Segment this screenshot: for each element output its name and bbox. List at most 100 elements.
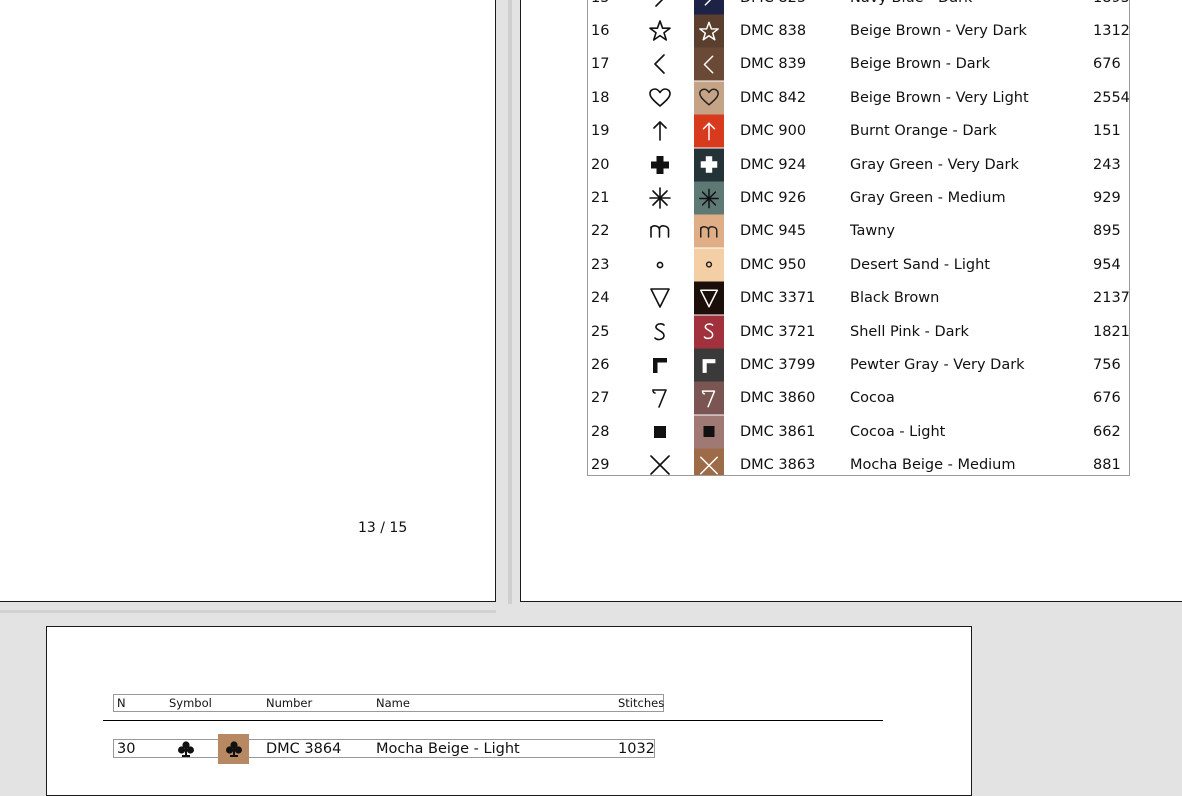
row-number: DMC 3864 [266,740,342,757]
row-n: 29 [591,457,610,474]
row-stitches: 895 [1093,223,1121,240]
color-swatch [694,381,724,415]
arrow-up-symbol-icon [648,119,672,143]
color-swatch [694,181,724,215]
heart-symbol-icon [648,86,672,110]
row-stitches: 954 [1093,256,1121,273]
row-name: Black Brown [850,290,940,307]
row-number: DMC 3863 [740,457,816,474]
row-number: DMC 838 [740,23,807,40]
row-n: 18 [591,89,610,106]
row-stitches: 676 [1093,390,1121,407]
header-number: Number [266,696,313,710]
color-swatch [694,214,724,248]
s-symbol-icon [648,320,672,344]
header-stitches: Stitches [618,696,665,710]
row-name: Beige Brown - Very Dark [850,23,1027,40]
row-n: 19 [591,123,610,140]
row-number: DMC 926 [740,190,807,207]
table-row: 25 DMC 3721 Shell Pink - Dark 1821 [588,315,1129,349]
row-number: DMC 950 [740,256,807,273]
row-number: DMC 3860 [740,390,816,407]
thread-legend-table: 15 DMC 823 Navy Blue - Dark 1895 16 DMC 838 Be… [587,0,1130,476]
row-n: 21 [591,190,610,207]
color-swatch [694,315,724,349]
row-stitches: 2137 [1093,290,1130,307]
corner-symbol-icon [648,353,672,377]
row-stitches: 151 [1093,123,1121,140]
row-stitches: 1312 [1093,23,1130,40]
color-swatch [694,14,724,48]
m-symbol-icon [648,219,672,243]
row-n: 22 [591,223,610,240]
club-symbol-icon [176,739,196,759]
page-gap-divider [508,0,512,604]
row-stitches: 1032 [618,740,655,757]
header-name: Name [376,696,410,710]
row-number: DMC 842 [740,89,807,106]
row-n: 28 [591,423,610,440]
row-stitches: 2554 [1093,89,1130,106]
row-number: DMC 924 [740,156,807,173]
row-n: 27 [591,390,610,407]
color-swatch [694,248,724,282]
color-swatch [694,47,724,81]
pdf-page-bottom: N Symbol Number Name Stitches 30 DMC 386… [46,626,972,796]
row-stitches: 929 [1093,190,1121,207]
header-separator-line [103,720,883,721]
asterisk-symbol-icon [648,186,672,210]
row-number: DMC 3371 [740,290,816,307]
row-n: 16 [591,23,610,40]
table-row: 22 DMC 945 Tawny 895 [588,214,1129,248]
row-name: Navy Blue - Dark [850,0,972,6]
table-row: 19 DMC 900 Burnt Orange - Dark 151 [588,114,1129,148]
row-name: Cocoa - Light [850,423,946,440]
row-name: Beige Brown - Dark [850,56,991,73]
table-row: 27 DMC 3860 Cocoa 676 [588,381,1129,415]
color-swatch [694,0,724,15]
row-stitches: 756 [1093,357,1121,374]
header-n: N [117,696,126,710]
row-name: Desert Sand - Light [850,256,990,273]
row-name: Cocoa [850,390,895,407]
table-row: 17 DMC 839 Beige Brown - Dark 676 [588,47,1129,81]
color-swatch [694,348,724,382]
row-stitches: 243 [1093,156,1121,173]
row-name: Beige Brown - Very Light [850,89,1029,106]
row-name: Tawny [850,223,895,240]
row-n: 23 [591,256,610,273]
color-swatch [694,448,724,475]
row-number: DMC 900 [740,123,807,140]
table-row: 15 DMC 823 Navy Blue - Dark 1895 [588,0,1129,15]
color-swatch [694,148,724,182]
table-row: 23 DMC 950 Desert Sand - Light 954 [588,248,1129,282]
page-number-indicator: 13 / 15 [358,520,408,536]
header-symbol: Symbol [169,696,212,710]
pdf-page-left: 13 / 15 [0,0,496,602]
chevron-symbol-icon [648,0,672,10]
row-n: 24 [591,290,610,307]
row-number: DMC 945 [740,223,807,240]
row-stitches: 881 [1093,457,1121,474]
table-row: 30 DMC 3864 Mocha Beige - Light 1032 [113,733,655,764]
table-row: 20 DMC 924 Gray Green - Very Dark 243 [588,148,1129,182]
row-n: 20 [591,156,610,173]
row-stitches: 676 [1093,56,1121,73]
color-swatch [694,114,724,148]
circle-symbol-icon [648,253,672,277]
row-number: DMC 839 [740,56,807,73]
table-row: 29 DMC 3863 Mocha Beige - Medium 881 [588,448,1129,475]
row-stitches: 1895 [1093,0,1129,6]
row-number: DMC 823 [740,0,806,6]
row-name: Gray Green - Very Dark [850,156,1019,173]
color-swatch [694,281,724,315]
star-symbol-icon [648,19,672,43]
table-row: 26 DMC 3799 Pewter Gray - Very Dark 756 [588,348,1129,382]
table-row: 24 DMC 3371 Black Brown 2137 [588,281,1130,315]
less-than-symbol-icon [648,52,672,76]
row-n: 25 [591,323,610,340]
page-gap-divider-horizontal [0,610,496,613]
row-n: 30 [117,740,136,757]
row-stitches: 662 [1093,423,1121,440]
row-name: Burnt Orange - Dark [850,123,997,140]
